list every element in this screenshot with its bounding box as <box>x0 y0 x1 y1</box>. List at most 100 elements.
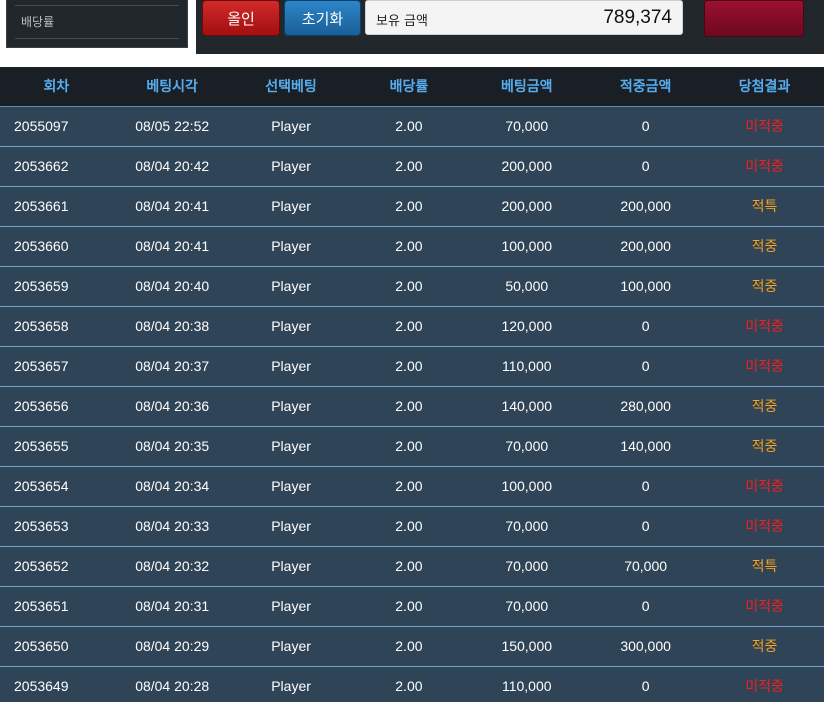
win-amount-cell: 0 <box>586 106 706 147</box>
round-cell: 2053659 <box>0 266 113 307</box>
odds-cell: 2.00 <box>350 226 468 267</box>
bet-amount-cell: 110,000 <box>467 666 587 702</box>
result-cell: 미적중 <box>705 306 824 347</box>
win-amount-cell: 0 <box>586 506 706 547</box>
bet-time-cell: 08/04 20:31 <box>112 586 232 627</box>
header-pick: 선택베팅 <box>231 67 351 107</box>
bet-button[interactable] <box>704 0 804 37</box>
win-amount-cell: 0 <box>586 666 706 702</box>
pick-cell: Player <box>231 186 351 227</box>
result-cell: 미적중 <box>705 346 824 387</box>
odds-cell: 2.00 <box>350 346 468 387</box>
odds-cell: 2.00 <box>350 426 468 467</box>
bet-amount-cell: 100,000 <box>467 226 587 267</box>
bet-time-cell: 08/04 20:33 <box>112 506 232 547</box>
table-row: 2053652 08/04 20:32 Player 2.00 70,000 70,000… <box>0 546 824 587</box>
odds-cell: 2.00 <box>350 626 468 667</box>
bet-amount-cell: 120,000 <box>467 306 587 347</box>
bet-time-cell: 08/05 22:52 <box>112 106 232 147</box>
header-odds: 배당률 <box>350 67 468 107</box>
bet-history-panel: 회차 베팅시각 선택베팅 배당률 베팅금액 적중금액 당첨결과 2055097 0… <box>0 67 824 702</box>
header-win-amount: 적중금액 <box>586 67 706 107</box>
bet-time-cell: 08/04 20:35 <box>112 426 232 467</box>
round-cell: 2053652 <box>0 546 113 587</box>
round-cell: 2053662 <box>0 146 113 187</box>
win-amount-cell: 70,000 <box>586 546 706 587</box>
table-row: 2053658 08/04 20:38 Player 2.00 120,000 0 미적중 <box>0 306 824 347</box>
pick-cell: Player <box>231 146 351 187</box>
bet-controls: 올인 초기화 보유 금액 789,374 <box>196 0 824 54</box>
win-amount-cell: 200,000 <box>586 186 706 227</box>
bet-amount-cell: 70,000 <box>467 506 587 547</box>
result-cell: 적중 <box>705 626 824 667</box>
divider <box>15 38 179 39</box>
table-row: 2053651 08/04 20:31 Player 2.00 70,000 0 미적중 <box>0 586 824 627</box>
odds-cell: 2.00 <box>350 586 468 627</box>
win-amount-cell: 0 <box>586 146 706 187</box>
bet-time-cell: 08/04 20:38 <box>112 306 232 347</box>
bet-time-cell: 08/04 20:28 <box>112 666 232 702</box>
bet-amount-cell: 150,000 <box>467 626 587 667</box>
pick-cell: Player <box>231 626 351 667</box>
pick-cell: Player <box>231 586 351 627</box>
pick-cell: Player <box>231 426 351 467</box>
table-row: 2053654 08/04 20:34 Player 2.00 100,000 0 미적중 <box>0 466 824 507</box>
bet-amount-cell: 200,000 <box>467 186 587 227</box>
win-amount-cell: 100,000 <box>586 266 706 307</box>
allin-button[interactable]: 올인 <box>202 0 280 36</box>
table-row: 2053660 08/04 20:41 Player 2.00 100,000 200,0… <box>0 226 824 267</box>
result-cell: 적중 <box>705 386 824 427</box>
win-amount-cell: 200,000 <box>586 226 706 267</box>
win-amount-cell: 0 <box>586 346 706 387</box>
bet-time-cell: 08/04 20:32 <box>112 546 232 587</box>
header-round: 회차 <box>0 67 113 107</box>
result-cell: 적중 <box>705 226 824 267</box>
odds-cell: 2.00 <box>350 506 468 547</box>
table-row: 2053650 08/04 20:29 Player 2.00 150,000 300,0… <box>0 626 824 667</box>
odds-cell: 2.00 <box>350 106 468 147</box>
round-cell: 2053657 <box>0 346 113 387</box>
win-amount-cell: 0 <box>586 306 706 347</box>
bet-amount-cell: 100,000 <box>467 466 587 507</box>
odds-panel: 배당률 <box>6 0 188 48</box>
result-cell: 미적중 <box>705 146 824 187</box>
bet-time-cell: 08/04 20:36 <box>112 386 232 427</box>
table-body: 2055097 08/05 22:52 Player 2.00 70,000 0 미적중 20… <box>0 106 824 702</box>
bet-amount-cell: 140,000 <box>467 386 587 427</box>
table-header-row: 회차 베팅시각 선택베팅 배당률 베팅금액 적중금액 당첨결과 <box>0 67 824 107</box>
bet-history-table: 회차 베팅시각 선택베팅 배당률 베팅금액 적중금액 당첨결과 2055097 0… <box>0 67 824 702</box>
odds-cell: 2.00 <box>350 546 468 587</box>
win-amount-cell: 280,000 <box>586 386 706 427</box>
round-cell: 2053654 <box>0 466 113 507</box>
round-cell: 2053656 <box>0 386 113 427</box>
round-cell: 2055097 <box>0 106 113 147</box>
bet-amount-cell: 50,000 <box>467 266 587 307</box>
table-row: 2053661 08/04 20:41 Player 2.00 200,000 200,0… <box>0 186 824 227</box>
balance-display: 보유 금액 789,374 <box>365 0 683 35</box>
round-cell: 2053651 <box>0 586 113 627</box>
round-cell: 2053650 <box>0 626 113 667</box>
result-cell: 적특 <box>705 546 824 587</box>
table-row: 2053655 08/04 20:35 Player 2.00 70,000 140,00… <box>0 426 824 467</box>
pick-cell: Player <box>231 546 351 587</box>
result-cell: 미적중 <box>705 506 824 547</box>
bet-amount-cell: 70,000 <box>467 426 587 467</box>
odds-cell: 2.00 <box>350 186 468 227</box>
table-row: 2053657 08/04 20:37 Player 2.00 110,000 0 미적중 <box>0 346 824 387</box>
pick-cell: Player <box>231 226 351 267</box>
win-amount-cell: 0 <box>586 466 706 507</box>
reset-button[interactable]: 초기화 <box>284 0 361 36</box>
result-cell: 미적중 <box>705 466 824 507</box>
result-cell: 적특 <box>705 186 824 227</box>
table-row: 2055097 08/05 22:52 Player 2.00 70,000 0 미적중 <box>0 106 824 147</box>
result-cell: 미적중 <box>705 106 824 147</box>
bet-time-cell: 08/04 20:37 <box>112 346 232 387</box>
pick-cell: Player <box>231 666 351 702</box>
pick-cell: Player <box>231 266 351 307</box>
pick-cell: Player <box>231 346 351 387</box>
pick-cell: Player <box>231 306 351 347</box>
header-result: 당첨결과 <box>705 67 824 107</box>
table-row: 2053649 08/04 20:28 Player 2.00 110,000 0 미적중 <box>0 666 824 702</box>
divider <box>15 5 179 6</box>
bet-time-cell: 08/04 20:41 <box>112 226 232 267</box>
